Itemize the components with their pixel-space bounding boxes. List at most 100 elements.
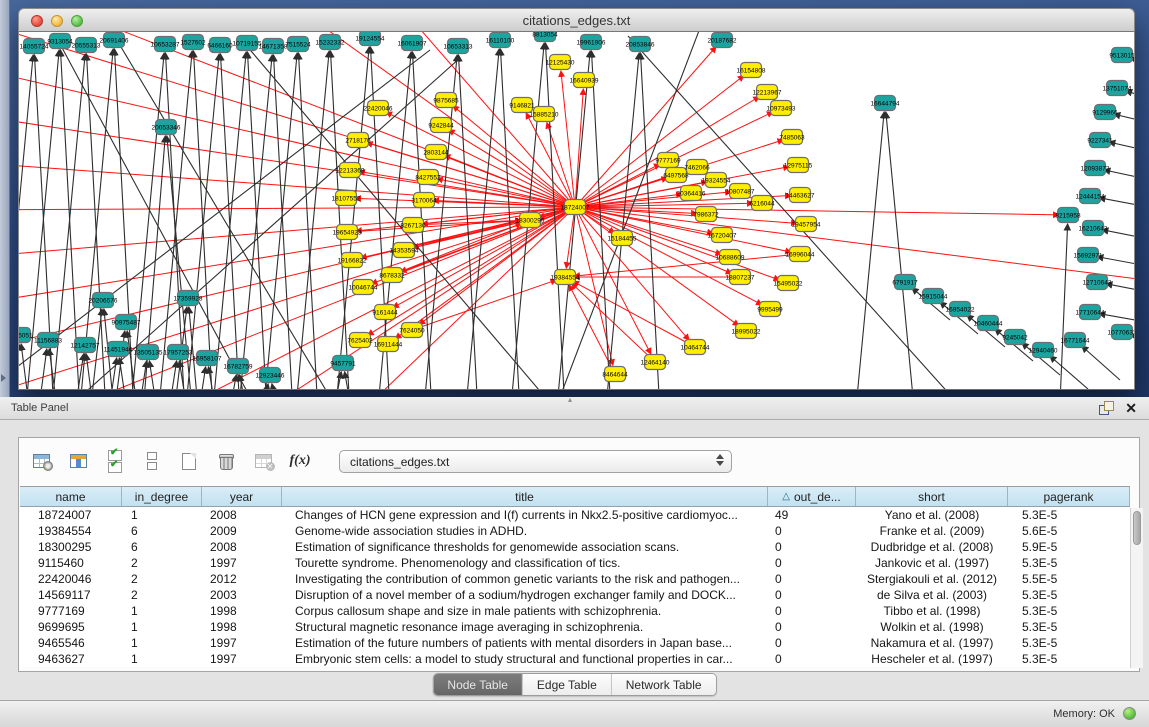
- new-table-button[interactable]: [177, 449, 201, 473]
- table-cell[interactable]: Embryonic stem cells: a model to study s…: [282, 651, 768, 667]
- table-row[interactable]: 946554611997Estimation of the future num…: [20, 635, 1130, 651]
- graph-node[interactable]: 12464140: [641, 355, 670, 370]
- graph-node[interactable]: 11451944: [104, 342, 133, 357]
- graph-node[interactable]: 12142757: [71, 338, 100, 353]
- graph-node[interactable]: 19457954: [792, 217, 821, 232]
- graph-node[interactable]: 10688609: [716, 250, 745, 265]
- column-header[interactable]: year: [202, 487, 282, 506]
- graph-node[interactable]: 8464644: [602, 367, 628, 382]
- table-cell[interactable]: Estimation of the future numbers of pati…: [282, 635, 768, 651]
- graph-node[interactable]: 15184455: [608, 231, 637, 246]
- graph-node[interactable]: 9313054: [47, 34, 73, 49]
- graph-node[interactable]: 16954022: [946, 302, 975, 317]
- graph-node[interactable]: 8813054: [532, 32, 558, 42]
- table-cell[interactable]: 2008: [202, 507, 282, 523]
- graph-node[interactable]: 10653313: [444, 39, 473, 54]
- graph-node[interactable]: 15692971: [1074, 248, 1103, 263]
- table-cell[interactable]: Changes of HCN gene expression and I(f) …: [282, 507, 768, 523]
- table-cell[interactable]: 0: [768, 539, 856, 555]
- table-cell[interactable]: 5.3E-5: [1008, 619, 1130, 635]
- graph-node[interactable]: 19654923: [333, 225, 362, 240]
- table-cell[interactable]: 1: [122, 651, 202, 667]
- table-cell[interactable]: Franke et al. (2009): [856, 523, 1008, 539]
- table-cell[interactable]: 2: [122, 571, 202, 587]
- graph-node[interactable]: 19166822: [338, 253, 367, 268]
- graph-node[interactable]: 8427552: [415, 170, 441, 185]
- table-cell[interactable]: 2003: [202, 587, 282, 603]
- table-cell[interactable]: 5.6E-5: [1008, 523, 1130, 539]
- function-builder-button[interactable]: f(x): [288, 449, 312, 473]
- graph-node[interactable]: 10807487: [726, 184, 755, 199]
- table-cell[interactable]: Genome-wide association studies in ADHD.: [282, 523, 768, 539]
- table-cell[interactable]: 18724007: [20, 507, 122, 523]
- graph-node[interactable]: 9242844: [428, 118, 454, 133]
- graph-node[interactable]: 8215958: [1055, 208, 1081, 223]
- graph-node[interactable]: 14463627: [786, 188, 815, 203]
- graph-node[interactable]: 9227341: [1087, 133, 1113, 148]
- graph-node[interactable]: 15495022: [774, 276, 803, 291]
- delete-table-button[interactable]: [214, 449, 238, 473]
- graph-node[interactable]: 19384554: [551, 270, 580, 285]
- table-cell[interactable]: Wolkin et al. (1998): [856, 619, 1008, 635]
- table-cell[interactable]: Estimation of significance thresholds fo…: [282, 539, 768, 555]
- table-row[interactable]: 1456911722003Disruption of a novel membe…: [20, 587, 1130, 603]
- graph-node[interactable]: 3170064: [411, 193, 437, 208]
- column-header[interactable]: in_degree: [122, 487, 202, 506]
- table-cell[interactable]: 14569117: [20, 587, 122, 603]
- select-all-rows-button[interactable]: [103, 449, 127, 473]
- graph-node[interactable]: 7462066: [684, 160, 710, 175]
- table-cell[interactable]: 1: [122, 619, 202, 635]
- table-cell[interactable]: Yano et al. (2008): [856, 507, 1008, 523]
- graph-node[interactable]: 16782759: [224, 359, 253, 374]
- graph-node[interactable]: 20187682: [708, 33, 737, 48]
- graph-node[interactable]: 15885210: [530, 107, 559, 122]
- graph-node[interactable]: 22420046: [364, 101, 393, 116]
- table-cell[interactable]: Tourette syndrome. Phenomenology and cla…: [282, 555, 768, 571]
- graph-node[interactable]: 9245042: [1002, 330, 1028, 345]
- table-cell[interactable]: 1997: [202, 555, 282, 571]
- table-cell[interactable]: 9115460: [20, 555, 122, 571]
- graph-node[interactable]: 10719155: [233, 36, 262, 51]
- table-cell[interactable]: 1: [122, 603, 202, 619]
- column-header[interactable]: title: [282, 487, 768, 506]
- graph-node[interactable]: 10653287: [151, 37, 180, 52]
- column-header[interactable]: name: [20, 487, 122, 506]
- table-cell[interactable]: 5.3E-5: [1008, 587, 1130, 603]
- table-cell[interactable]: 0: [768, 635, 856, 651]
- table-row[interactable]: 1872400712008Changes of HCN gene express…: [20, 507, 1130, 523]
- table-cell[interactable]: Disruption of a novel member of a sodium…: [282, 587, 768, 603]
- table-cell[interactable]: 22420046: [20, 571, 122, 587]
- table-cell[interactable]: 2008: [202, 539, 282, 555]
- table-cell[interactable]: Investigating the contribution of common…: [282, 571, 768, 587]
- graph-node[interactable]: 8678332: [379, 268, 405, 283]
- graph-node[interactable]: 18807237: [726, 270, 755, 285]
- table-row[interactable]: 977716911998Corpus callosum shape and si…: [20, 603, 1130, 619]
- window-titlebar[interactable]: citations_edges.txt: [18, 8, 1135, 32]
- table-cell[interactable]: 1997: [202, 651, 282, 667]
- graph-node[interactable]: 6216044: [749, 196, 775, 211]
- graph-node[interactable]: 16996044: [786, 247, 815, 262]
- graph-node[interactable]: 12975115: [784, 158, 813, 173]
- close-panel-icon[interactable]: ✕: [1125, 400, 1137, 416]
- table-cell[interactable]: 5.5E-5: [1008, 571, 1130, 587]
- graph-node[interactable]: 12940460: [1029, 343, 1058, 358]
- table-settings-button[interactable]: [29, 449, 53, 473]
- graph-node[interactable]: 20053346: [152, 120, 181, 135]
- table-cell[interactable]: 5.9E-5: [1008, 539, 1130, 555]
- table-cell[interactable]: 0: [768, 555, 856, 571]
- graph-node[interactable]: 12923446: [256, 368, 285, 383]
- table-cell[interactable]: 5.3E-5: [1008, 603, 1130, 619]
- table-cell[interactable]: 2: [122, 587, 202, 603]
- graph-node[interactable]: 10973493: [767, 101, 796, 116]
- table-panel-header[interactable]: ▴ Table Panel ✕: [0, 397, 1149, 420]
- table-cell[interactable]: 6: [122, 523, 202, 539]
- graph-node[interactable]: 14353594: [390, 243, 419, 258]
- table-row[interactable]: 946362711997Embryonic stem cells: a mode…: [20, 651, 1130, 667]
- table-row[interactable]: 1938455462009Genome-wide association stu…: [20, 523, 1130, 539]
- graph-node[interactable]: 13505135: [134, 345, 163, 360]
- graph-node[interactable]: 2718176: [345, 133, 371, 148]
- table-row[interactable]: 2242004622012Investigating the contribut…: [20, 571, 1130, 587]
- table-cell[interactable]: Jankovic et al. (1997): [856, 555, 1008, 571]
- graph-node[interactable]: 12093872: [1081, 161, 1110, 176]
- table-cell[interactable]: Dudbridge et al. (2008): [856, 539, 1008, 555]
